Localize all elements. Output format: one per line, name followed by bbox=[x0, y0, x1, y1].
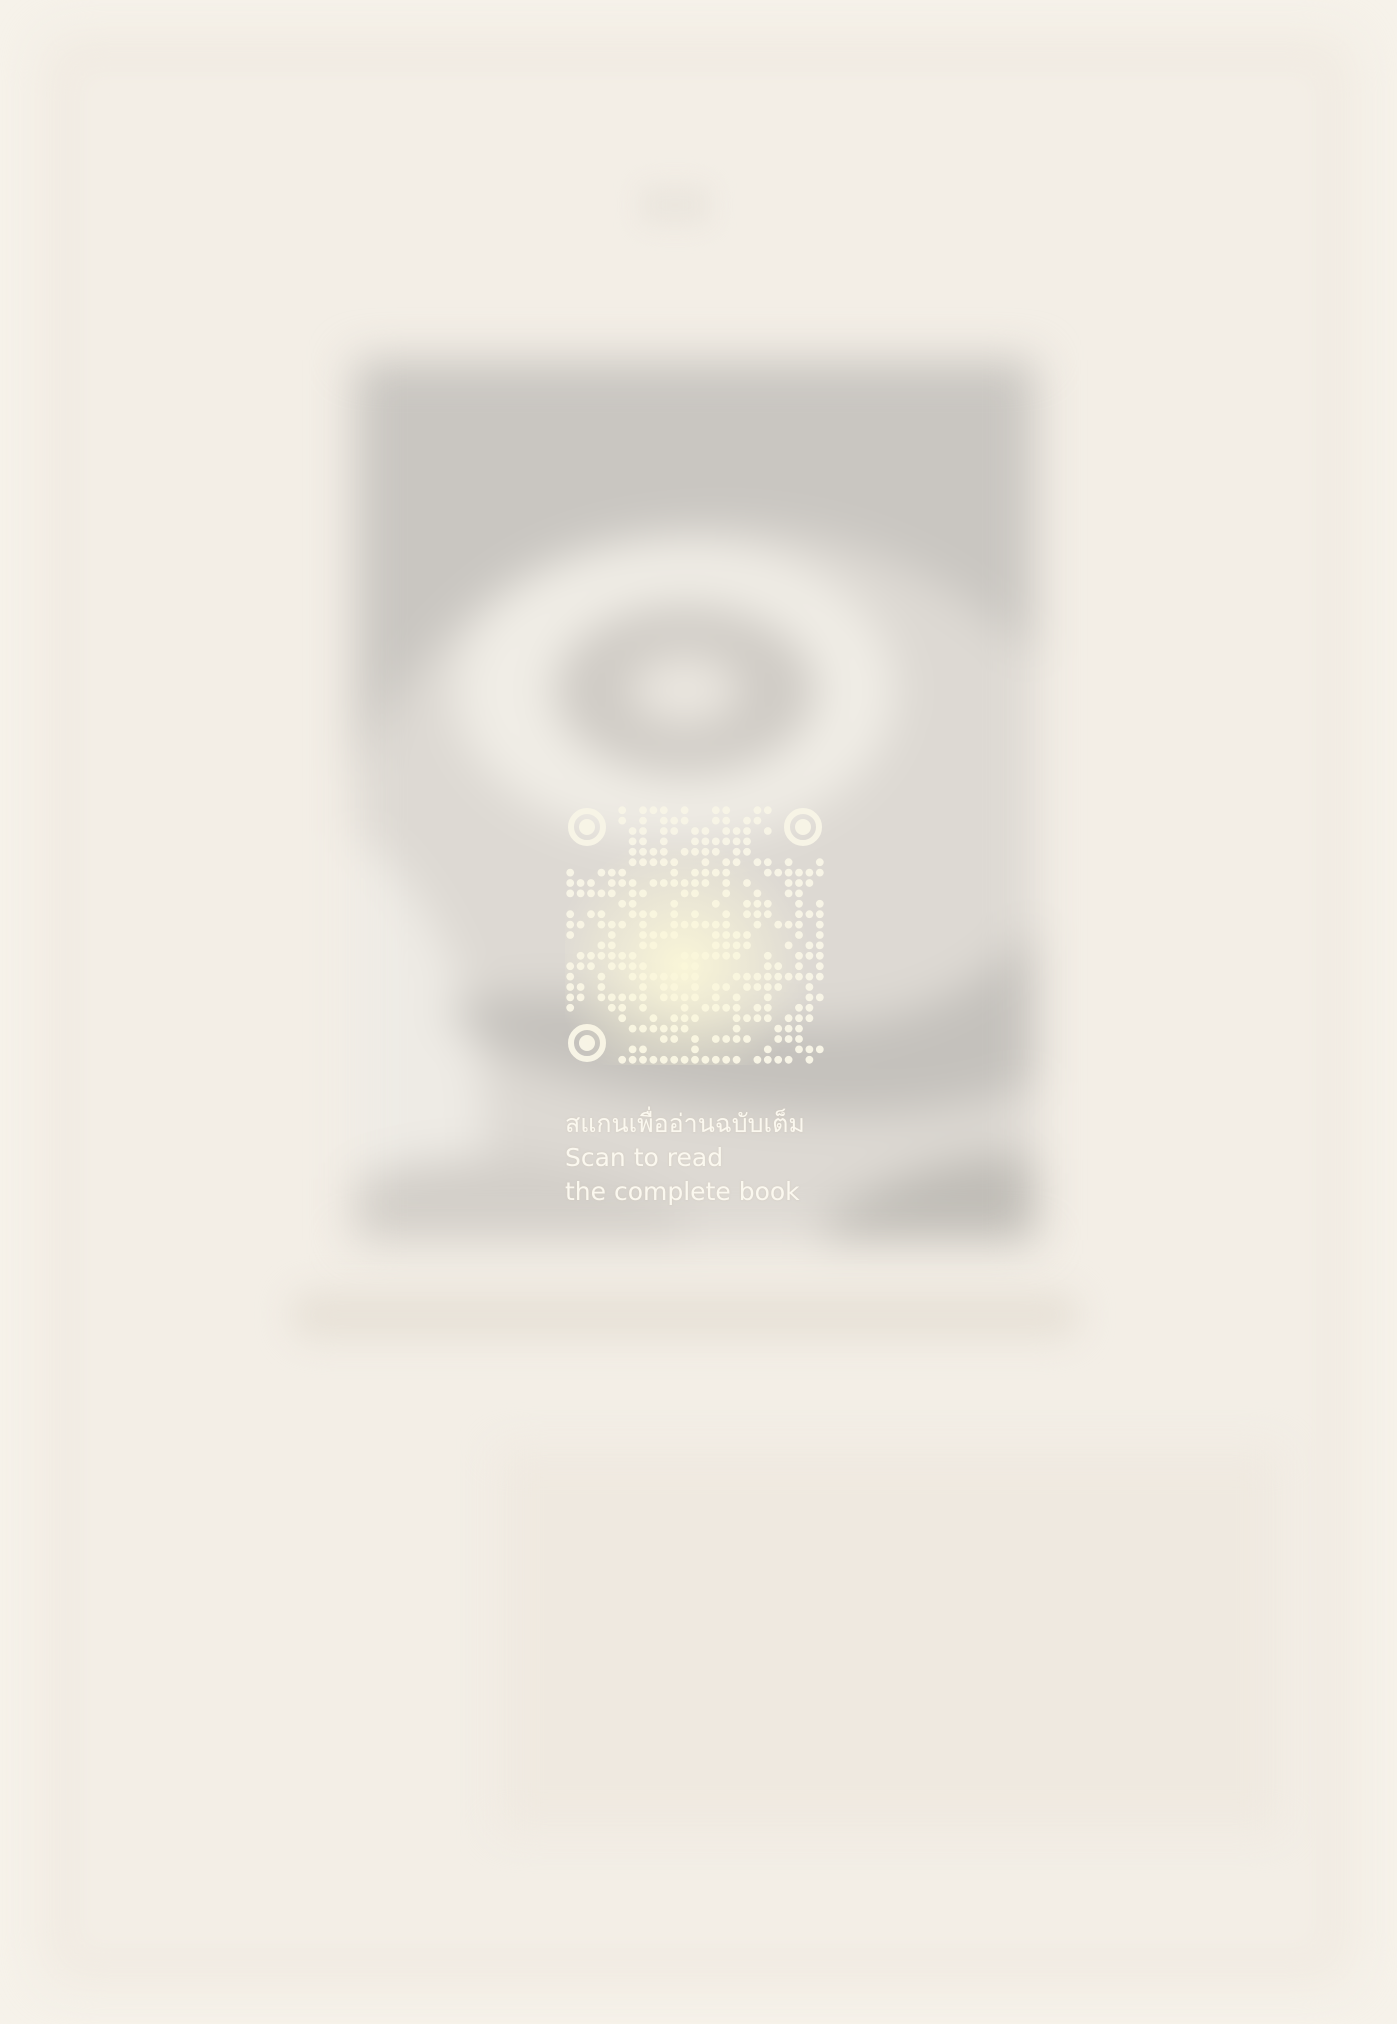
qr-code-icon[interactable] bbox=[565, 805, 825, 1065]
scan-overlay[interactable]: สแกนเพื่ออ่านฉบับเต็ม Scan to read the c… bbox=[565, 805, 825, 1209]
blurred-caption bbox=[290, 1290, 1080, 1340]
scan-caption-line-2: the complete book bbox=[565, 1177, 800, 1206]
scan-caption-line-1: Scan to read bbox=[565, 1143, 724, 1172]
scan-caption-thai: สแกนเพื่ออ่านฉบับเต็ม bbox=[565, 1109, 805, 1138]
blurred-body-text bbox=[500, 1450, 1280, 1830]
scan-caption: สแกนเพื่ออ่านฉบับเต็ม Scan to read the c… bbox=[565, 1107, 825, 1209]
blurred-page-header-mark bbox=[640, 185, 710, 225]
blurred-page-preview: สแกนเพื่ออ่านฉบับเต็ม Scan to read the c… bbox=[0, 0, 1397, 2024]
